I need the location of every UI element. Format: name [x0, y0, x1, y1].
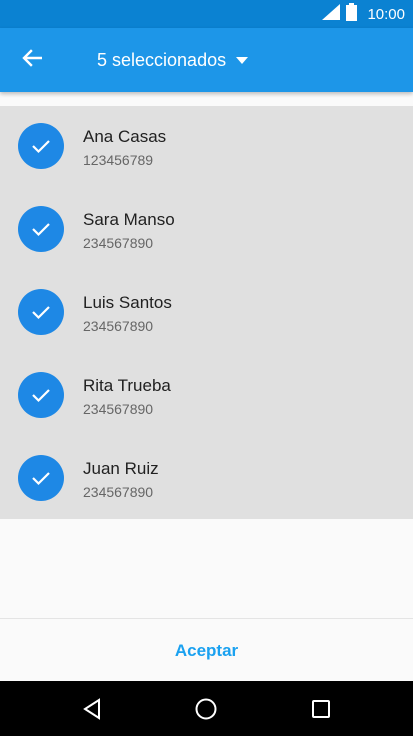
footer: Aceptar — [0, 618, 413, 681]
contact-phone: 123456789 — [83, 152, 154, 168]
check-circle-icon[interactable] — [18, 123, 64, 169]
contact-phone: 234567890 — [83, 318, 154, 334]
contact-item[interactable]: Luis Santos 234567890 — [0, 272, 413, 355]
back-triangle-icon[interactable] — [78, 695, 106, 723]
contact-item[interactable]: Ana Casas 123456789 — [0, 106, 413, 189]
arrow-back-icon — [22, 48, 43, 72]
contact-list: Ana Casas 123456789 Sara Manso 234567890… — [0, 106, 413, 519]
selection-dropdown[interactable]: 5 seleccionados — [97, 46, 249, 74]
arrow-drop-down-icon — [236, 56, 249, 64]
check-circle-icon[interactable] — [18, 289, 64, 335]
contact-name: Sara Manso — [83, 210, 175, 229]
signal-icon — [322, 3, 341, 25]
check-circle-icon[interactable] — [18, 455, 64, 501]
contact-item[interactable]: Sara Manso 234567890 — [0, 189, 413, 272]
home-circle-icon[interactable] — [192, 695, 220, 723]
status-time: 10:00 — [367, 5, 405, 23]
contact-phone: 234567890 — [83, 235, 154, 251]
back-button[interactable] — [14, 44, 50, 76]
check-circle-icon[interactable] — [18, 206, 64, 252]
contact-phone: 234567890 — [83, 401, 154, 417]
contact-name: Luis Santos — [83, 293, 172, 312]
status-icons: 10:00 — [322, 0, 405, 28]
contact-item[interactable]: Rita Trueba 234567890 — [0, 355, 413, 438]
status-bar: 10:00 — [0, 0, 413, 28]
contact-item[interactable]: Juan Ruiz 234567890 — [0, 438, 413, 521]
check-circle-icon[interactable] — [18, 372, 64, 418]
accept-button[interactable]: Aceptar — [0, 619, 413, 682]
app-bar: 5 seleccionados — [0, 28, 413, 92]
battery-icon — [346, 2, 358, 26]
contact-name: Juan Ruiz — [83, 459, 159, 478]
selection-title: 5 seleccionados — [97, 49, 227, 70]
contact-phone: 234567890 — [83, 484, 154, 500]
recents-square-icon[interactable] — [307, 695, 335, 723]
content-area: Ana Casas 123456789 Sara Manso 234567890… — [0, 92, 413, 618]
contact-name: Rita Trueba — [83, 376, 171, 395]
system-nav-bar — [0, 681, 413, 736]
contact-name: Ana Casas — [83, 127, 167, 146]
